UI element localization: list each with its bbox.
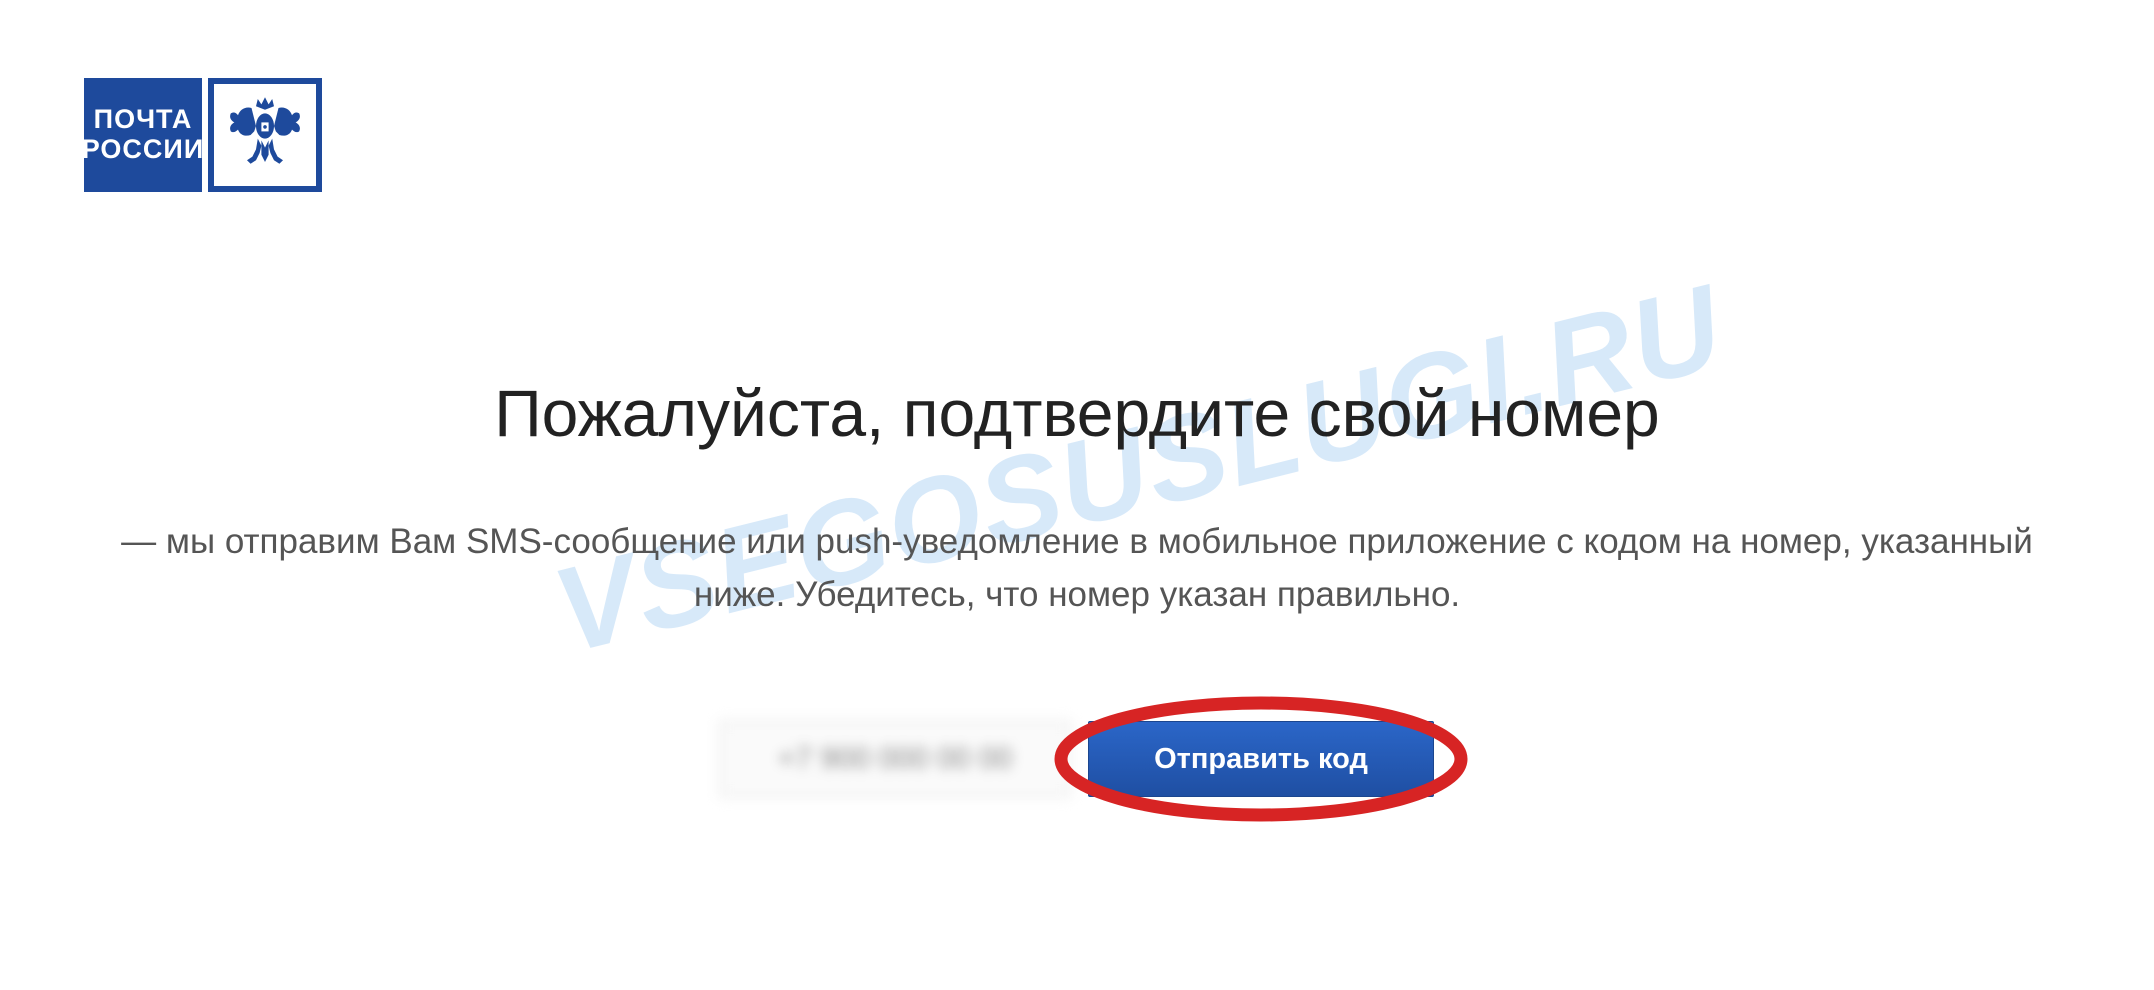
phone-input[interactable] [720,721,1070,797]
logo-emblem-box [208,78,322,192]
eagle-emblem-icon [220,90,310,180]
logo-text-line2: РОССИИ [82,135,204,165]
send-code-button[interactable]: Отправить код [1088,721,1434,797]
description-text: — мы отправим Вам SMS-сообщение или push… [117,516,2037,621]
brand-logo: ПОЧТА РОССИИ [84,78,322,192]
page-title: Пожалуйста, подтвердите свой номер [0,375,2154,451]
submit-button-wrapper: Отправить код [1088,721,1434,797]
logo-text-line1: ПОЧТА [94,105,193,135]
main-content: Пожалуйста, подтвердите свой номер — мы … [0,375,2154,797]
logo-text-box: ПОЧТА РОССИИ [84,78,202,192]
confirm-form: Отправить код [0,721,2154,797]
